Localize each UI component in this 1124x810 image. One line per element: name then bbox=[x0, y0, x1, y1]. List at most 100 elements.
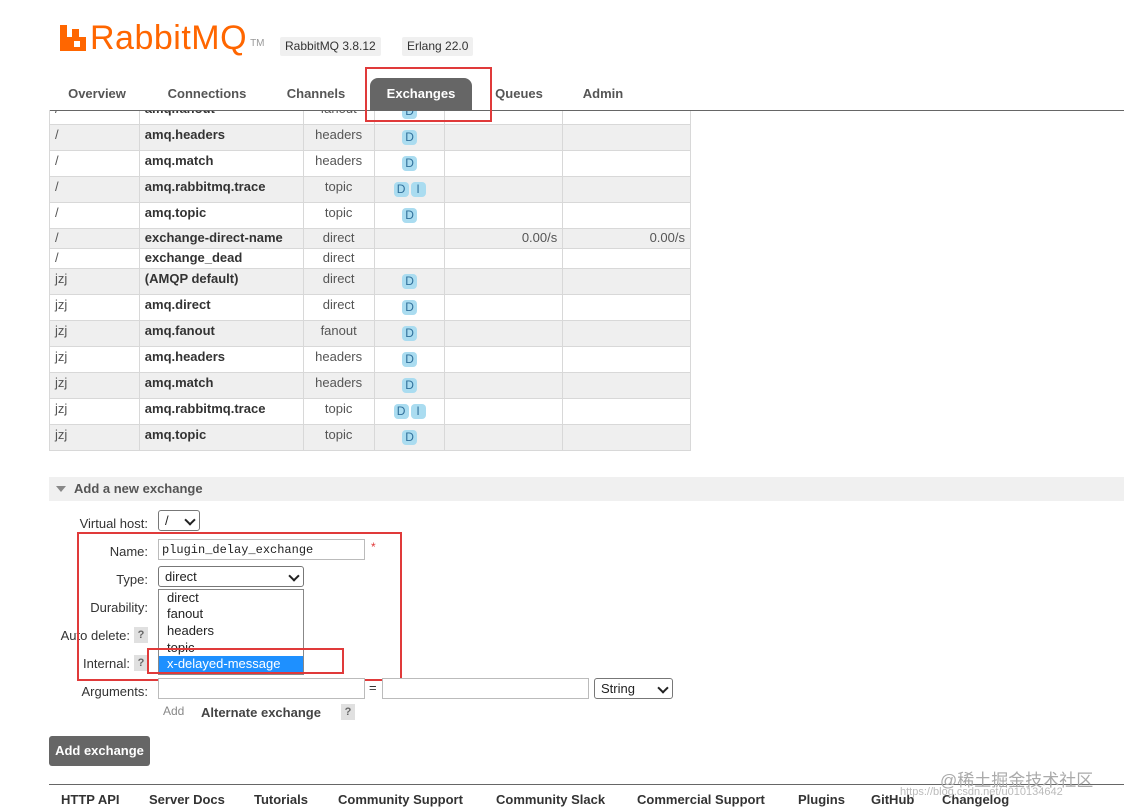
logo-text: RabbitMQ bbox=[90, 19, 248, 57]
rate-out-cell bbox=[562, 176, 691, 203]
add-argument-link[interactable]: Add bbox=[163, 704, 184, 718]
durable-badge: D bbox=[402, 378, 418, 393]
vhost-cell: / bbox=[49, 202, 140, 229]
erlang-badge: Erlang 22.0 bbox=[402, 37, 474, 56]
rate-in-cell bbox=[444, 372, 564, 399]
add-exchange-title[interactable]: Add a new exchange bbox=[74, 481, 203, 496]
exchange-name-link[interactable]: amq.topic bbox=[138, 424, 304, 451]
tab-admin[interactable]: Admin bbox=[570, 78, 636, 110]
rate-in-cell bbox=[444, 424, 564, 451]
rate-out-cell bbox=[562, 372, 691, 399]
vhost-cell: jzj bbox=[49, 294, 140, 321]
argument-type-select[interactable]: String bbox=[594, 678, 673, 699]
durable-badge: D bbox=[402, 430, 418, 445]
alternate-exchange-link[interactable]: Alternate exchange bbox=[201, 705, 321, 720]
features-cell: D bbox=[373, 124, 446, 151]
type-cell: headers bbox=[302, 346, 375, 373]
durable-badge: D bbox=[402, 156, 418, 171]
exchange-name-link[interactable]: amq.rabbitmq.trace bbox=[138, 398, 304, 425]
rate-out-cell bbox=[562, 320, 691, 347]
option-highlight bbox=[147, 648, 344, 674]
exchange-name-link[interactable]: amq.headers bbox=[138, 124, 304, 151]
table-row[interactable]: jzj amq.rabbitmq.trace topic D I bbox=[49, 398, 691, 425]
add-exchange-button[interactable]: Add exchange bbox=[49, 736, 150, 766]
exchange-name-link[interactable]: amq.match bbox=[138, 372, 304, 399]
footer-link-community-support[interactable]: Community Support bbox=[338, 792, 463, 807]
footer-link-http-api[interactable]: HTTP API bbox=[61, 792, 120, 807]
table-row[interactable]: / exchange_dead direct bbox=[49, 248, 691, 269]
exchanges-tab-highlight bbox=[365, 67, 492, 122]
tab-channels[interactable]: Channels bbox=[272, 78, 360, 110]
table-row[interactable]: jzj amq.direct direct D bbox=[49, 294, 691, 321]
exchange-name-link[interactable]: amq.topic bbox=[138, 202, 304, 229]
exchange-name-link[interactable]: exchange-direct-name bbox=[138, 228, 304, 249]
features-cell: D bbox=[373, 294, 446, 321]
help-icon[interactable]: ? bbox=[341, 704, 355, 720]
vhost-cell: / bbox=[49, 150, 140, 177]
footer-link-tutorials[interactable]: Tutorials bbox=[254, 792, 308, 807]
exchange-name-link[interactable]: amq.headers bbox=[138, 346, 304, 373]
rate-in-cell bbox=[444, 268, 564, 295]
footer-link-plugins[interactable]: Plugins bbox=[798, 792, 845, 807]
table-row[interactable]: / amq.headers headers D bbox=[49, 124, 691, 151]
exchange-name-link[interactable]: amq.direct bbox=[138, 294, 304, 321]
internal-badge: I bbox=[410, 182, 426, 197]
type-cell: topic bbox=[302, 202, 375, 229]
rate-out-cell bbox=[562, 150, 691, 177]
table-row[interactable]: / amq.rabbitmq.trace topic D I bbox=[49, 176, 691, 203]
durable-badge: D bbox=[393, 182, 409, 197]
features-cell: D bbox=[373, 202, 446, 229]
argument-value-input[interactable] bbox=[382, 678, 589, 699]
rate-out-cell bbox=[562, 346, 691, 373]
durable-badge: D bbox=[402, 274, 418, 289]
durable-badge: D bbox=[402, 326, 418, 341]
durable-badge: D bbox=[402, 352, 418, 367]
vhost-cell: / bbox=[49, 176, 140, 203]
tab-queues[interactable]: Queues bbox=[482, 78, 556, 110]
features-cell: D bbox=[373, 320, 446, 347]
argument-key-input[interactable] bbox=[158, 678, 365, 699]
virtual-host-select[interactable]: / bbox=[158, 510, 200, 531]
type-cell: topic bbox=[302, 424, 375, 451]
rate-in-cell bbox=[444, 346, 564, 373]
rate-out-cell bbox=[562, 124, 691, 151]
collapse-triangle-icon[interactable] bbox=[56, 486, 66, 492]
footer-link-server-docs[interactable]: Server Docs bbox=[149, 792, 225, 807]
type-cell: direct bbox=[302, 248, 375, 269]
rate-out-cell bbox=[562, 294, 691, 321]
exchange-name-link[interactable]: (AMQP default) bbox=[138, 268, 304, 295]
rate-out-cell bbox=[562, 398, 691, 425]
exchange-name-link[interactable]: amq.rabbitmq.trace bbox=[138, 176, 304, 203]
table-row[interactable]: jzj amq.topic topic D bbox=[49, 424, 691, 451]
table-row[interactable]: / amq.topic topic D bbox=[49, 202, 691, 229]
tab-overview[interactable]: Overview bbox=[50, 78, 144, 110]
main-tabs: Overview Connections Channels Exchanges … bbox=[50, 78, 1124, 110]
type-cell: direct bbox=[302, 268, 375, 295]
table-row[interactable]: / amq.match headers D bbox=[49, 150, 691, 177]
rabbitmq-logo[interactable]: RabbitMQ TM bbox=[60, 18, 265, 58]
durable-badge: D bbox=[402, 208, 418, 223]
chevron-down-icon bbox=[184, 514, 196, 526]
exchange-name-link[interactable]: amq.fanout bbox=[138, 320, 304, 347]
features-cell: D bbox=[373, 150, 446, 177]
tab-connections[interactable]: Connections bbox=[154, 78, 260, 110]
type-cell: fanout bbox=[302, 320, 375, 347]
table-row[interactable]: / exchange-direct-name direct 0.00/s 0.00/s bbox=[49, 228, 691, 249]
vhost-cell: jzj bbox=[49, 372, 140, 399]
table-row[interactable]: jzj amq.headers headers D bbox=[49, 346, 691, 373]
rate-in-cell bbox=[444, 124, 564, 151]
durable-badge: D bbox=[402, 130, 418, 145]
footer-link-commercial-support[interactable]: Commercial Support bbox=[637, 792, 765, 807]
table-row[interactable]: jzj amq.fanout fanout D bbox=[49, 320, 691, 347]
table-row[interactable]: jzj (AMQP default) direct D bbox=[49, 268, 691, 295]
rate-out-cell: 0.00/s bbox=[562, 228, 691, 249]
features-cell: DI bbox=[373, 176, 446, 203]
rate-in-cell bbox=[444, 294, 564, 321]
add-exchange-section-header[interactable] bbox=[49, 477, 1124, 501]
exchange-name-link[interactable]: exchange_dead bbox=[138, 248, 304, 269]
rate-in-cell bbox=[444, 248, 564, 269]
exchange-name-link[interactable]: amq.match bbox=[138, 150, 304, 177]
table-row[interactable]: jzj amq.match headers D bbox=[49, 372, 691, 399]
footer-link-community-slack[interactable]: Community Slack bbox=[496, 792, 605, 807]
watermark-url: https://blog.csdn.net/u010134642 bbox=[900, 786, 1063, 798]
